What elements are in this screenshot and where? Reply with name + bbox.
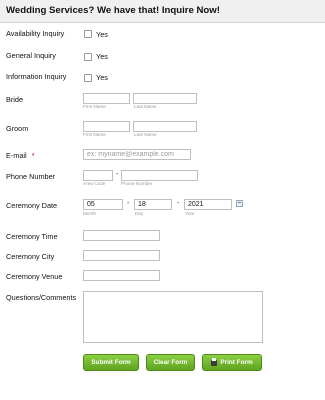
general-inquiry-label: General Inquiry [6, 51, 56, 60]
date-separator-1: - [127, 200, 130, 207]
submit-form-button[interactable]: Submit Form [83, 354, 139, 371]
printer-icon [211, 357, 218, 366]
print-form-button[interactable]: Print Form [202, 354, 262, 371]
date-month-input[interactable] [83, 199, 123, 210]
information-inquiry-label: Information Inquiry [6, 72, 67, 81]
ceremony-city-input[interactable] [83, 250, 160, 261]
phone-area-code-sublabel: Area Code [83, 181, 106, 186]
groom-last-name-input[interactable] [133, 121, 197, 132]
form-header: Wedding Services? We have that! Inquire … [0, 0, 325, 23]
groom-last-name-sublabel: Last Name [134, 132, 157, 137]
ceremony-venue-label: Ceremony Venue [6, 272, 63, 281]
date-separator-2: - [177, 200, 180, 207]
availability-inquiry-label: Availability Inquiry [6, 29, 65, 38]
date-day-sublabel: Day [135, 211, 144, 216]
phone-number-sublabel: Phone Number [121, 181, 153, 186]
email-input[interactable] [83, 149, 191, 160]
groom-first-name-input[interactable] [83, 121, 130, 132]
email-label: E-mail * [6, 151, 35, 160]
bride-last-name-sublabel: Last Name [134, 104, 157, 109]
form-title: Wedding Services? We have that! Inquire … [6, 5, 220, 16]
ceremony-time-label: Ceremony Time [6, 232, 58, 241]
bride-last-name-input[interactable] [133, 93, 197, 104]
availability-yes-label[interactable]: Yes [96, 30, 108, 39]
phone-area-code-input[interactable] [83, 170, 113, 181]
groom-label: Groom [6, 124, 29, 133]
ceremony-date-label: Ceremony Date [6, 201, 58, 210]
date-year-input[interactable] [184, 199, 232, 210]
date-year-sublabel: Year [185, 211, 195, 216]
bride-label: Bride [6, 95, 24, 104]
phone-separator: - [116, 171, 119, 178]
information-yes-checkbox[interactable] [84, 74, 92, 82]
phone-number-label: Phone Number [6, 172, 56, 181]
bride-first-name-input[interactable] [83, 93, 130, 104]
information-yes-label[interactable]: Yes [96, 73, 108, 82]
calendar-icon[interactable] [236, 200, 243, 207]
questions-comments-label: Questions/Comments [6, 293, 77, 302]
phone-number-input[interactable] [121, 170, 198, 181]
availability-yes-checkbox[interactable] [84, 30, 92, 38]
ceremony-time-input[interactable] [83, 230, 160, 241]
ceremony-city-label: Ceremony City [6, 252, 55, 261]
date-day-input[interactable] [134, 199, 172, 210]
date-month-sublabel: Month [83, 211, 97, 216]
clear-form-button[interactable]: Clear Form [146, 354, 195, 371]
general-yes-label[interactable]: Yes [96, 52, 108, 61]
questions-comments-textarea[interactable] [83, 291, 263, 343]
print-form-label: Print Form [220, 359, 253, 366]
bride-first-name-sublabel: First Name [83, 104, 106, 109]
required-asterisk: * [31, 151, 35, 160]
general-yes-checkbox[interactable] [84, 53, 92, 61]
groom-first-name-sublabel: First Name [83, 132, 106, 137]
ceremony-venue-input[interactable] [83, 270, 160, 281]
